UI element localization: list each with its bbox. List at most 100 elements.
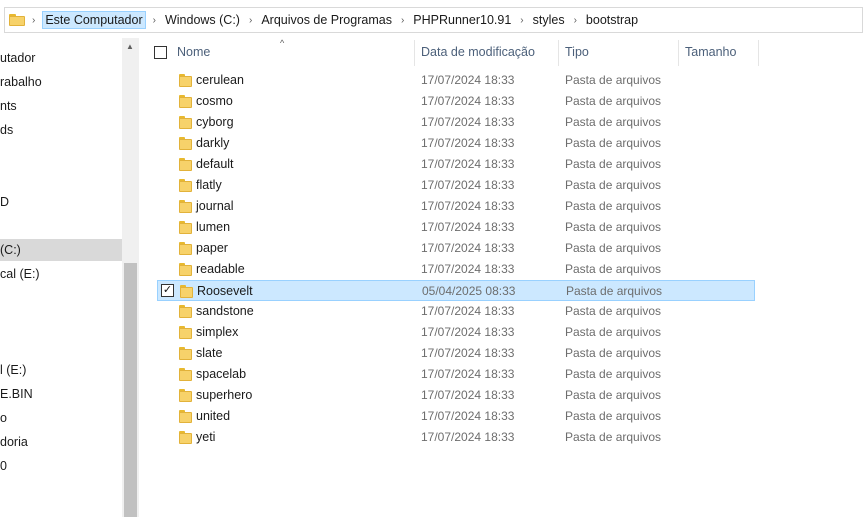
nav-item[interactable]: cal (E:): [0, 263, 122, 285]
file-row[interactable]: lumen 17/07/2024 18:33 Pasta de arquivos: [157, 217, 755, 238]
file-row[interactable]: darkly 17/07/2024 18:33 Pasta de arquivos: [157, 133, 755, 154]
folder-icon: [179, 368, 192, 381]
file-list: ^ Nome Data de modificação Tipo Tamanho …: [139, 38, 863, 517]
folder-icon: [179, 200, 192, 213]
file-name: superhero: [196, 388, 253, 402]
file-type: Pasta de arquivos: [565, 409, 662, 423]
file-name: lumen: [196, 220, 231, 234]
file-row[interactable]: superhero 17/07/2024 18:33 Pasta de arquiv…: [157, 385, 755, 406]
file-row[interactable]: ✓ Roosevelt 05/04/2025 08:33 Pasta de arqui…: [157, 280, 755, 301]
nav-item[interactable]: [0, 287, 122, 309]
breadcrumb-item[interactable]: Arquivos de Programas: [259, 11, 394, 29]
folder-icon: [179, 305, 192, 318]
folder-icon: [179, 389, 192, 402]
file-name: united: [196, 409, 231, 423]
chevron-right-icon[interactable]: ›: [574, 15, 577, 26]
nav-item[interactable]: [0, 479, 122, 501]
file-name: paper: [196, 241, 228, 255]
nav-item[interactable]: [0, 503, 122, 517]
select-all-checkbox[interactable]: [154, 46, 167, 59]
nav-scrollbar[interactable]: ▲: [122, 38, 139, 517]
nav-item[interactable]: ds: [0, 119, 122, 141]
chevron-right-icon[interactable]: ›: [153, 15, 156, 26]
folder-icon: [180, 285, 193, 298]
file-name: cosmo: [196, 94, 233, 108]
folder-icon: [179, 263, 192, 276]
nav-item[interactable]: o: [0, 407, 122, 429]
file-row[interactable]: journal 17/07/2024 18:33 Pasta de arquivos: [157, 196, 755, 217]
column-date-modified[interactable]: Data de modificação: [415, 40, 559, 66]
breadcrumb-item[interactable]: styles: [531, 11, 567, 29]
scroll-up-arrow-icon[interactable]: ▲: [126, 42, 134, 51]
file-type: Pasta de arquivos: [565, 157, 662, 171]
nav-item[interactable]: [0, 215, 122, 237]
date-modified: 17/07/2024 18:33: [421, 430, 515, 444]
nav-item[interactable]: [0, 167, 122, 189]
column-name[interactable]: Nome: [171, 40, 415, 66]
file-row[interactable]: cyborg 17/07/2024 18:33 Pasta de arquivos: [157, 112, 755, 133]
row-checkbox[interactable]: ✓: [161, 284, 174, 297]
file-row[interactable]: united 17/07/2024 18:33 Pasta de arquivos: [157, 406, 755, 427]
date-modified: 17/07/2024 18:33: [421, 136, 515, 150]
date-modified: 17/07/2024 18:33: [421, 304, 515, 318]
folder-icon: [179, 347, 192, 360]
date-modified: 17/07/2024 18:33: [421, 199, 515, 213]
file-type: Pasta de arquivos: [565, 325, 662, 339]
nav-item[interactable]: (C:): [0, 239, 122, 261]
breadcrumb-item[interactable]: Este Computador: [42, 11, 146, 29]
nav-item[interactable]: doria: [0, 431, 122, 453]
file-type: Pasta de arquivos: [565, 430, 662, 444]
breadcrumb-item[interactable]: PHPRunner10.91: [411, 11, 513, 29]
file-row[interactable]: paper 17/07/2024 18:33 Pasta de arquivos: [157, 238, 755, 259]
nav-item[interactable]: l (E:): [0, 359, 122, 381]
folder-icon: [179, 137, 192, 150]
nav-item[interactable]: E.BIN: [0, 383, 122, 405]
file-row[interactable]: sandstone 17/07/2024 18:33 Pasta de arquiv…: [157, 301, 755, 322]
file-row[interactable]: cerulean 17/07/2024 18:33 Pasta de arquivo…: [157, 70, 755, 91]
file-name: darkly: [196, 136, 230, 150]
file-type: Pasta de arquivos: [565, 241, 662, 255]
file-row[interactable]: simplex 17/07/2024 18:33 Pasta de arquivos: [157, 322, 755, 343]
file-type: Pasta de arquivos: [565, 136, 662, 150]
chevron-right-icon[interactable]: ›: [32, 15, 35, 26]
chevron-right-icon[interactable]: ›: [401, 15, 404, 26]
nav-item[interactable]: rabalho: [0, 71, 122, 93]
file-row[interactable]: flatly 17/07/2024 18:33 Pasta de arquivos: [157, 175, 755, 196]
chevron-right-icon[interactable]: ›: [520, 15, 523, 26]
nav-item[interactable]: 0: [0, 455, 122, 477]
folder-icon: [9, 14, 25, 26]
nav-item[interactable]: [0, 143, 122, 165]
address-bar: › Este Computador › Windows (C:) › Arquivos d…: [0, 0, 863, 38]
nav-item[interactable]: utador: [0, 47, 122, 69]
scrollbar-thumb[interactable]: [124, 263, 137, 517]
folder-icon: [179, 326, 192, 339]
chevron-right-icon[interactable]: ›: [249, 15, 252, 26]
column-size[interactable]: Tamanho: [679, 40, 759, 66]
file-name: spacelab: [196, 367, 247, 381]
date-modified: 17/07/2024 18:33: [421, 73, 515, 87]
file-row[interactable]: spacelab 17/07/2024 18:33 Pasta de arquivo…: [157, 364, 755, 385]
file-row[interactable]: slate 17/07/2024 18:33 Pasta de arquivos: [157, 343, 755, 364]
nav-item[interactable]: [0, 335, 122, 357]
nav-item[interactable]: [0, 311, 122, 333]
file-type: Pasta de arquivos: [565, 94, 662, 108]
file-row[interactable]: default 17/07/2024 18:33 Pasta de arquivos: [157, 154, 755, 175]
date-modified: 17/07/2024 18:33: [421, 388, 515, 402]
nav-item[interactable]: nts: [0, 95, 122, 117]
file-type: Pasta de arquivos: [565, 304, 662, 318]
column-header: Nome Data de modificação Tipo Tamanho: [139, 40, 863, 66]
breadcrumb[interactable]: › Este Computador › Windows (C:) › Arquivos d…: [4, 7, 863, 33]
file-row[interactable]: cosmo 17/07/2024 18:33 Pasta de arquivos: [157, 91, 755, 112]
file-row[interactable]: readable 17/07/2024 18:33 Pasta de arquivo…: [157, 259, 755, 280]
file-type: Pasta de arquivos: [565, 220, 662, 234]
file-type: Pasta de arquivos: [565, 346, 662, 360]
folder-icon: [179, 221, 192, 234]
breadcrumb-item[interactable]: Windows (C:): [163, 11, 242, 29]
file-name: sandstone: [196, 304, 254, 318]
folder-icon: [179, 158, 192, 171]
file-type: Pasta de arquivos: [565, 115, 662, 129]
file-row[interactable]: yeti 17/07/2024 18:33 Pasta de arquivos: [157, 427, 755, 448]
nav-item[interactable]: D: [0, 191, 122, 213]
column-type[interactable]: Tipo: [559, 40, 679, 66]
breadcrumb-item[interactable]: bootstrap: [584, 11, 640, 29]
